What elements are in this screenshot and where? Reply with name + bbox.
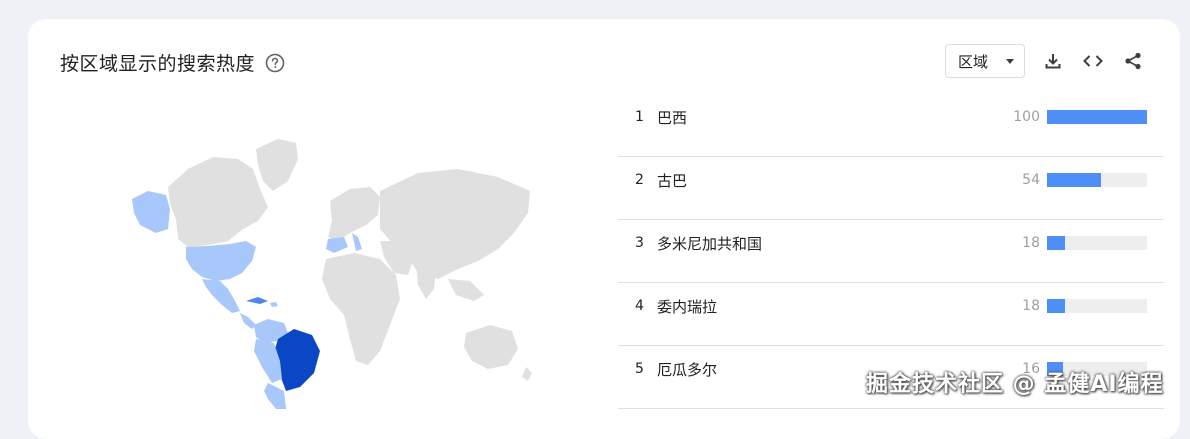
map-region-dominican-republic: [270, 302, 278, 307]
region-ranking-list: 1 巴西 100 2 古巴 54 3 多米尼加共和国 18 4 委内瑞拉 18 5 厄瓜多尔 16: [618, 94, 1164, 409]
ranking-bar-track: [1047, 173, 1147, 187]
map-region-usa: [186, 241, 256, 281]
card-title: 按区域显示的搜索热度: [60, 53, 256, 75]
ranking-bar-track: [1047, 236, 1147, 250]
ranking-value: 18: [1022, 235, 1040, 251]
ranking-row[interactable]: 3 多米尼加共和国 18: [618, 220, 1164, 283]
ranking-bar-fill: [1047, 299, 1065, 313]
ranking-value: 54: [1022, 172, 1040, 188]
card-header: 按区域显示的搜索热度: [60, 49, 285, 76]
ranking-region-name: 委内瑞拉: [657, 298, 718, 316]
world-map[interactable]: [118, 129, 538, 409]
map-region-cuba: [246, 297, 268, 304]
ranking-rank: 2: [635, 172, 644, 188]
ranking-bar-track: [1047, 110, 1147, 124]
map-region-australia: [464, 325, 518, 369]
map-region-alaska: [132, 191, 170, 233]
ranking-bar-fill: [1047, 236, 1065, 250]
embed-code-icon: [1083, 55, 1103, 67]
ranking-rank: 3: [635, 235, 644, 251]
ranking-rank: 4: [635, 298, 644, 314]
card-toolbar: 区域: [945, 44, 1145, 78]
download-icon: [1045, 54, 1061, 69]
map-region-argentina-chile: [264, 383, 286, 409]
map-region-new-zealand: [522, 367, 532, 381]
ranking-value: 100: [1013, 109, 1040, 125]
embed-button[interactable]: [1081, 49, 1105, 73]
map-region-mexico: [202, 279, 240, 313]
map-region-southeast-asia: [448, 279, 484, 301]
ranking-region-name: 巴西: [657, 109, 688, 127]
map-region-italy: [352, 233, 362, 251]
ranking-rank: 1: [635, 109, 644, 125]
ranking-region-name: 古巴: [657, 172, 688, 190]
watermark: 掘金技术社区 @ 孟健AI编程: [866, 372, 1164, 397]
help-circle-icon[interactable]: [265, 53, 285, 73]
ranking-rank: 5: [635, 361, 644, 377]
map-region-europe: [328, 187, 380, 241]
ranking-bar-fill: [1047, 110, 1147, 124]
map-region-greenland: [256, 139, 298, 191]
map-region-spain-portugal: [326, 237, 348, 253]
map-region-central-america: [240, 313, 256, 329]
ranking-row[interactable]: 1 巴西 100: [618, 94, 1164, 157]
region-select[interactable]: 区域: [945, 44, 1025, 78]
map-region-india: [416, 259, 436, 299]
download-button[interactable]: [1041, 49, 1065, 73]
region-select-value: 区域: [958, 52, 989, 71]
map-region-africa: [322, 253, 400, 365]
ranking-value: 18: [1022, 298, 1040, 314]
ranking-region-name: 多米尼加共和国: [657, 235, 763, 253]
ranking-region-name: 厄瓜多尔: [657, 361, 718, 379]
ranking-row[interactable]: 4 委内瑞拉 18: [618, 283, 1164, 346]
caret-down-icon: [1006, 58, 1014, 64]
share-button[interactable]: [1121, 49, 1145, 73]
share-icon: [1125, 52, 1141, 70]
ranking-row[interactable]: 2 古巴 54: [618, 157, 1164, 220]
map-region-canada: [168, 157, 268, 247]
ranking-bar-track: [1047, 299, 1147, 313]
ranking-bar-fill: [1047, 173, 1101, 187]
